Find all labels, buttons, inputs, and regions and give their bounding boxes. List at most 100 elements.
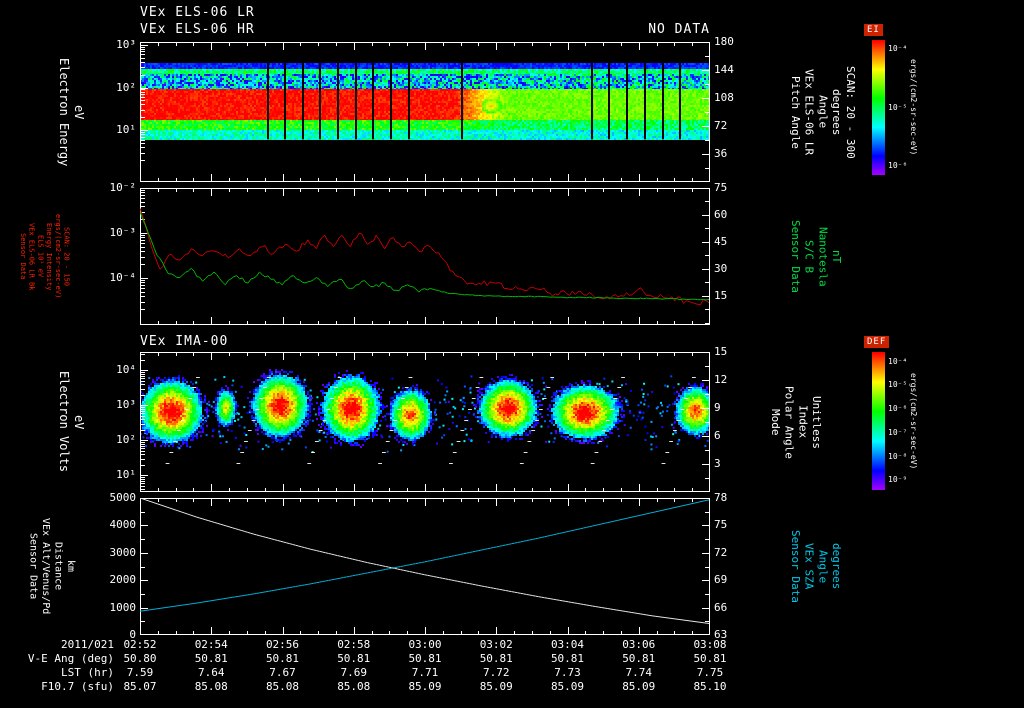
p4-y-axis-label-line: Sensor Data [27, 533, 39, 600]
table-cell: 85.09 [622, 680, 656, 693]
table-cell: 85.08 [265, 680, 300, 693]
p3-right-tick-label: 9 [714, 401, 721, 414]
table-cell: 50.81 [194, 652, 228, 665]
colorbar-def-tick-label: 10⁻⁵ [888, 380, 908, 390]
p3-left-tick-label: 10³ [116, 398, 136, 412]
table-cell: 85.09 [408, 680, 442, 693]
p2-y-axis-label-line: VEx ELS-06 LR Bk [27, 222, 36, 291]
table-cell: 50.81 [693, 652, 727, 665]
p3-left-tick-label: 10¹ [116, 468, 136, 482]
p1-right-tick-label: 144 [714, 63, 734, 76]
p4-right-tick-label: 69 [714, 573, 728, 587]
p2-y-axis-label-line: ELS 10¹ eV [36, 235, 45, 278]
panel3-title: VEx IMA-00 [140, 334, 229, 349]
p2-right-axis-label: Sensor Data S/C B Nanotesla nT [788, 188, 843, 325]
p2-y-axis-label: Sensor Data VEx ELS-06 LR Bk ELS 10¹ eV Ene… [18, 188, 71, 325]
els-intensity-bfield-panel [140, 188, 710, 325]
p4-right-axis-label-line: degrees [830, 543, 843, 590]
p1-y-axis-label-line: Electron Energy [57, 57, 71, 167]
colorbar-ei-tick-label: 10⁻⁶ [888, 160, 908, 170]
table-cell: 85.09 [550, 680, 585, 693]
table-cell: 85.09 [479, 680, 513, 693]
altitude-sza-panel [140, 498, 710, 635]
colorbar-def-units: ergs/(cm2-sr-sec-eV) [908, 352, 918, 490]
time-tick-label: 03:02 [479, 638, 513, 651]
p1-right-tick-label: 180 [714, 35, 734, 48]
p3-right-axis-label: Mode Polar Angle Index Unitless [768, 352, 823, 492]
panel1-title-lr: VEx ELS-06 LR [140, 5, 255, 20]
p4-right-axis-label-line: Sensor Data [788, 530, 802, 603]
p4-right-axis-label: Sensor Data VEx SZA Angle degrees [788, 498, 843, 635]
p4-left-tick-label: 5000 [109, 491, 137, 504]
p2-y-axis-label-line: ergs/(cm2-sr-sec-eV) [53, 214, 62, 299]
p1-left-tick-label: 10¹ [116, 123, 136, 137]
p4-y-axis-label-line: km [65, 560, 76, 573]
table-cell: 7.59 [126, 666, 154, 679]
p3-y-axis-label: Electron Volts eV [56, 352, 86, 492]
colorbar-def-tick-label: 10⁻⁸ [888, 451, 908, 461]
table-cell: 50.81 [550, 652, 585, 665]
p1-left-tick-label: 10³ [116, 37, 136, 51]
time-tick-label: 03:06 [622, 638, 656, 651]
p4-right-axis-label-line: VEx SZA [802, 543, 816, 590]
p3-right-tick-label: 3 [714, 457, 721, 470]
p4-right-tick-label: 66 [714, 600, 728, 614]
table-cell: 7.71 [411, 666, 439, 679]
p1-right-tick-label: 36 [714, 147, 728, 160]
p1-right-axis-label-line: Angle [816, 95, 830, 129]
p1-y-axis-label: Electron Energy eV [56, 42, 86, 182]
p1-right-axis-label-line: degrees [830, 88, 843, 136]
colorbar-def-title: DEF [864, 336, 890, 348]
p3-left-tick-label: 10² [116, 433, 136, 447]
table-cell: 85.08 [194, 680, 228, 693]
table-cell: 7.67 [269, 666, 296, 679]
table-cell: 7.64 [198, 666, 225, 679]
no-data-label: NO DATA [648, 22, 710, 37]
colorbar-def [872, 352, 885, 490]
table-cell: 85.08 [337, 680, 371, 693]
p1-right-axis-label: Pitch Angle VEx ELS-06 LR Angle degrees SCAN… [788, 42, 857, 182]
p2-y-axis-label-line: Energy Intensity [45, 222, 53, 291]
table-cell: 50.81 [337, 652, 371, 665]
table-row-label: F10.7 (sfu) [41, 680, 114, 693]
time-tick-label: 03:00 [408, 638, 442, 651]
p3-left-tick-label: 10⁴ [116, 363, 136, 377]
p3-right-axis-label-line: Index [796, 405, 810, 439]
p4-left-tick-label: 2000 [109, 573, 137, 587]
time-tick-label: 03:04 [550, 638, 585, 651]
p3-right-tick-label: 15 [714, 345, 728, 358]
p2-right-tick-label: 45 [714, 234, 728, 248]
p3-right-axis-label-line: Mode [768, 408, 782, 436]
p2-left-tick-label: 10⁻² [109, 181, 137, 194]
p3-right-axis-label-line: Polar Angle [782, 385, 796, 459]
table-row-label: LST (hr) [61, 666, 114, 679]
table-cell: 50.81 [622, 652, 656, 665]
p2-right-axis-label-line: nT [830, 249, 843, 264]
time-tick-label: 02:56 [265, 638, 300, 651]
table-cell: 7.72 [483, 666, 510, 679]
p2-right-tick-label: 75 [714, 181, 728, 194]
p4-y-axis-label-line: Distance [52, 542, 64, 591]
p2-right-axis-label-line: S/C B [802, 239, 816, 274]
p1-right-tick-label: 108 [714, 91, 734, 104]
p4-left-tick-label: 1000 [109, 600, 137, 614]
table-cell: 7.74 [625, 666, 653, 679]
p4-y-axis-label: Sensor Data VEx Alt/Venus/Pd Distance km [26, 498, 77, 635]
p2-right-tick-label: 15 [714, 288, 728, 302]
time-tick-label: 02:58 [337, 638, 371, 651]
vex-quicklook-plot-page: VEx ELS-06 LR VEx ELS-06 HR NO DATA VEx … [0, 0, 1024, 708]
table-cell: 50.81 [265, 652, 300, 665]
colorbar-ei-units-line: ergs/(cm2-sr-sec-eV) [909, 59, 918, 156]
els-pitch-spectrogram-panel [140, 42, 710, 182]
table-cell: 7.75 [696, 666, 724, 679]
colorbar-def-tick-label: 10⁻⁹ [888, 475, 908, 485]
colorbar-ei [872, 40, 885, 175]
p4-left-tick-label: 3000 [109, 545, 137, 559]
p2-left-tick-label: 10⁻³ [109, 225, 137, 239]
p1-right-tick-label: 72 [714, 119, 728, 132]
p2-y-axis-label-line: Sensor Data [18, 233, 27, 280]
p4-right-tick-label: 75 [714, 518, 728, 532]
table-cell: 50.80 [123, 652, 157, 665]
table-cell: 50.81 [408, 652, 442, 665]
p3-right-tick-label: 12 [714, 373, 728, 386]
